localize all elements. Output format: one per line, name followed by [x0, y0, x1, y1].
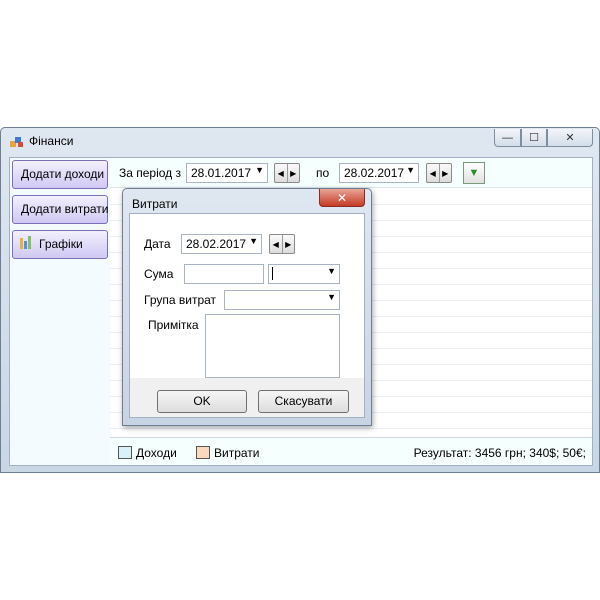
date-from-picker[interactable]: 28.01.2017 ▼: [186, 163, 268, 183]
date-label: Дата: [144, 237, 171, 251]
status-bar: Доходи Витрати Результат: 3456 грн; 340$…: [110, 437, 592, 465]
apply-filter-button[interactable]: ▼: [463, 162, 485, 184]
chevron-down-icon: ▼: [255, 165, 264, 175]
note-textarea[interactable]: [205, 314, 340, 378]
date-from-spinner[interactable]: ◀ ▶: [274, 163, 300, 183]
date-to-picker[interactable]: 28.02.2017 ▼: [339, 163, 419, 183]
amount-label: Сума: [144, 267, 174, 281]
dialog-footer: OK Скасувати: [130, 378, 364, 417]
arrow-right-icon[interactable]: ▶: [281, 235, 295, 253]
amount-input[interactable]: [184, 264, 264, 284]
add-expense-label: Додати витрати: [21, 202, 109, 216]
period-from-label: За період з: [119, 166, 182, 180]
filter-bar: За період з 28.01.2017 ▼ ◀ ▶ по 28.02.20…: [110, 158, 592, 188]
add-expense-button[interactable]: Додати витрати: [12, 195, 108, 224]
arrow-right-icon[interactable]: ▶: [438, 164, 452, 182]
currency-select[interactable]: ▼: [268, 264, 340, 284]
chevron-down-icon: ▼: [327, 292, 336, 302]
note-label: Примітка: [148, 318, 199, 332]
arrow-left-icon[interactable]: ◀: [427, 164, 439, 182]
arrow-left-icon[interactable]: ◀: [270, 235, 282, 253]
chevron-down-icon: ▼: [406, 165, 415, 175]
window-title: Фінанси: [29, 134, 74, 148]
text-cursor: [272, 267, 273, 280]
maximize-button[interactable]: ☐: [521, 129, 547, 147]
income-legend-swatch: [118, 446, 132, 459]
dialog-close-button[interactable]: ✕: [319, 189, 365, 207]
expense-group-label: Група витрат: [144, 293, 217, 307]
date-from-value: 28.01.2017: [191, 166, 252, 180]
dialog-date-value: 28.02.2017: [186, 237, 247, 251]
dialog-date-spinner[interactable]: ◀ ▶: [269, 234, 295, 254]
period-to-label: по: [316, 166, 330, 180]
close-button[interactable]: ✕: [547, 129, 593, 147]
arrow-left-icon[interactable]: ◀: [275, 164, 287, 182]
add-income-button[interactable]: Додати доходи: [12, 160, 108, 189]
result-summary: Результат: 3456 грн; 340$; 50€;: [413, 446, 586, 460]
income-legend-label: Доходи: [136, 446, 177, 460]
charts-label: Графіки: [39, 237, 83, 251]
arrow-right-icon[interactable]: ▶: [286, 164, 300, 182]
expense-legend-swatch: [196, 446, 210, 459]
charts-button[interactable]: Графіки: [12, 230, 108, 259]
sidebar: Додати доходи Додати витрати Графіки: [10, 158, 110, 465]
expense-group-select[interactable]: ▼: [224, 290, 340, 310]
dialog-date-picker[interactable]: 28.02.2017 ▼: [181, 234, 262, 254]
expense-dialog: Витрати ✕ Дата 28.02.2017 ▼ ◀ ▶ Сума ▼ Г…: [122, 188, 372, 426]
cancel-button[interactable]: Скасувати: [258, 390, 349, 413]
chevron-down-icon: ▼: [327, 266, 336, 276]
expense-legend-label: Витрати: [214, 446, 260, 460]
app-icon: [10, 137, 23, 147]
date-to-spinner[interactable]: ◀ ▶: [426, 163, 452, 183]
dialog-title: Витрати: [132, 197, 178, 211]
dialog-body: Дата 28.02.2017 ▼ ◀ ▶ Сума ▼ Група витра…: [129, 213, 365, 418]
minimize-button[interactable]: —: [494, 129, 521, 147]
chart-icon: [20, 236, 31, 249]
chevron-down-icon: ▼: [249, 236, 258, 246]
ok-button[interactable]: OK: [157, 390, 247, 413]
triangle-down-icon: ▼: [468, 167, 480, 179]
date-to-value: 28.02.2017: [344, 166, 405, 180]
add-income-label: Додати доходи: [21, 167, 105, 181]
